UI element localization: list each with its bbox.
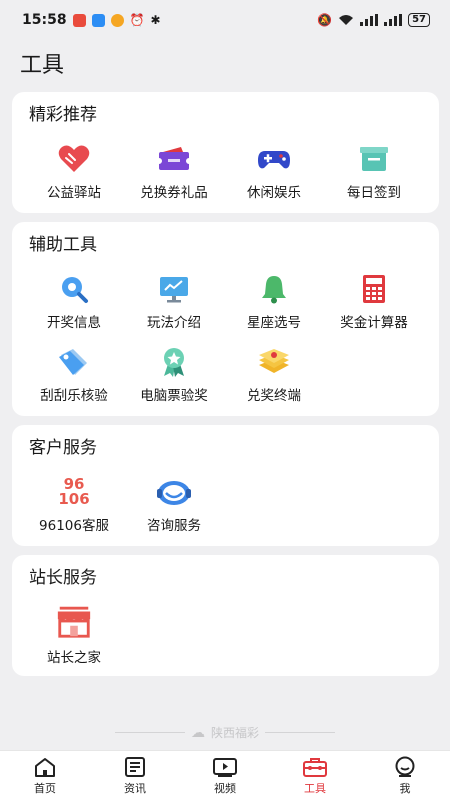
item-label: 刮刮乐核验 (40, 388, 108, 404)
recommend-card: 精彩推荐 公益驿站 兑换券礼品 休闲娱乐 每日签到 (12, 92, 439, 213)
section-title: 客户服务 (29, 438, 97, 458)
tab-tools[interactable]: 工具 (270, 751, 360, 800)
tab-label: 我 (399, 781, 411, 795)
public-welfare-button[interactable]: 公益驿站 (24, 142, 124, 201)
tab-label: 资讯 (124, 781, 146, 795)
item-label: 电脑票验奖 (140, 388, 208, 404)
tools-card: 辅助工具 开奖信息 玩法介绍 星座选号 奖金计算器 刮刮乐核验 电脑票验奖 兑奖… (12, 222, 439, 416)
app-notification-icon (72, 13, 86, 27)
alarm-icon: ⏰ (129, 13, 145, 27)
video-icon (213, 757, 237, 777)
checkin-icon (355, 142, 393, 176)
layers-icon (255, 345, 293, 379)
divider (265, 732, 335, 733)
status-time: 15:58 (22, 12, 67, 28)
daily-checkin-button[interactable]: 每日签到 (324, 142, 424, 201)
item-label: 站长之家 (47, 650, 101, 666)
constellation-pick-button[interactable]: 星座选号 (224, 272, 324, 331)
toolbox-icon (303, 757, 327, 777)
tab-profile[interactable]: 我 (360, 751, 450, 800)
section-title: 辅助工具 (29, 235, 97, 255)
hotline-96106-button[interactable]: 96 106 96106客服 (24, 475, 124, 535)
headset-icon (155, 475, 193, 509)
tab-label: 工具 (304, 781, 326, 795)
search-icon (55, 272, 93, 306)
draw-info-button[interactable]: 开奖信息 (24, 272, 124, 331)
footer-brand: ☁ 陕西福彩 (0, 724, 450, 741)
mute-icon: 🔕 (317, 13, 333, 27)
item-label: 96106客服 (39, 518, 109, 534)
brand-name: 陕西福彩 (210, 726, 259, 740)
item-label: 公益驿站 (47, 185, 101, 201)
item-label: 开奖信息 (47, 315, 101, 331)
section-title: 站长服务 (29, 568, 97, 588)
section-title: 精彩推荐 (29, 105, 97, 125)
bottom-tab-bar: 首页 资讯 视频 工具 我 (0, 750, 450, 800)
station-service-card: 站长服务 站长之家 (12, 555, 439, 676)
voucher-gift-button[interactable]: 兑换券礼品 (124, 142, 224, 201)
calculator-icon (355, 272, 393, 306)
tab-label: 视频 (214, 781, 236, 795)
page-title: 工具 (20, 53, 65, 78)
bluetooth-icon: ✱ (150, 13, 161, 27)
battery-indicator: 57 (408, 13, 430, 27)
entertainment-button[interactable]: 休闲娱乐 (224, 142, 324, 201)
item-label: 兑换券礼品 (140, 185, 208, 201)
hotline-icon: 96 106 (55, 475, 93, 509)
tab-news[interactable]: 资讯 (90, 751, 180, 800)
message-notification-icon (91, 13, 105, 27)
status-bar: 15:58 ⏰ ✱ 🔕 57 (0, 0, 450, 40)
item-label: 奖金计算器 (340, 315, 408, 331)
monitor-icon (155, 272, 193, 306)
tab-label: 首页 (34, 781, 56, 795)
ticket-icon (155, 142, 193, 176)
item-label: 咨询服务 (147, 518, 201, 534)
app-notification-icon (110, 13, 124, 27)
station-home-button[interactable]: 站长之家 (24, 601, 124, 666)
heart-hands-icon (55, 142, 93, 176)
gamepad-icon (255, 142, 293, 176)
wifi-icon (339, 15, 354, 25)
item-label: 兑奖终端 (247, 388, 301, 404)
tab-home[interactable]: 首页 (0, 751, 90, 800)
item-label: 每日签到 (347, 185, 401, 201)
home-icon (35, 757, 55, 777)
divider (114, 732, 185, 733)
store-icon (55, 601, 93, 641)
tab-video[interactable]: 视频 (180, 751, 270, 800)
prize-calculator-button[interactable]: 奖金计算器 (324, 272, 424, 331)
brand-logo-icon: ☁ (190, 724, 205, 741)
consult-service-button[interactable]: 咨询服务 (124, 475, 224, 534)
item-label: 玩法介绍 (147, 315, 201, 331)
item-label: 休闲娱乐 (247, 185, 301, 201)
bell-icon (255, 272, 293, 306)
gameplay-intro-button[interactable]: 玩法介绍 (124, 272, 224, 331)
computer-ticket-verify-button[interactable]: 电脑票验奖 (124, 345, 224, 404)
redeem-terminal-button[interactable]: 兑奖终端 (224, 345, 324, 404)
hotline-icon-text: 106 (58, 490, 90, 508)
scratch-verify-button[interactable]: 刮刮乐核验 (24, 345, 124, 404)
signal-icon (360, 14, 379, 26)
customer-service-card: 客户服务 96 106 96106客服 咨询服务 (12, 425, 439, 546)
item-label: 星座选号 (247, 315, 301, 331)
profile-icon (395, 756, 415, 777)
signal-icon (384, 14, 403, 26)
award-icon (155, 345, 193, 379)
news-icon (125, 756, 145, 777)
tag-icon (55, 345, 93, 379)
